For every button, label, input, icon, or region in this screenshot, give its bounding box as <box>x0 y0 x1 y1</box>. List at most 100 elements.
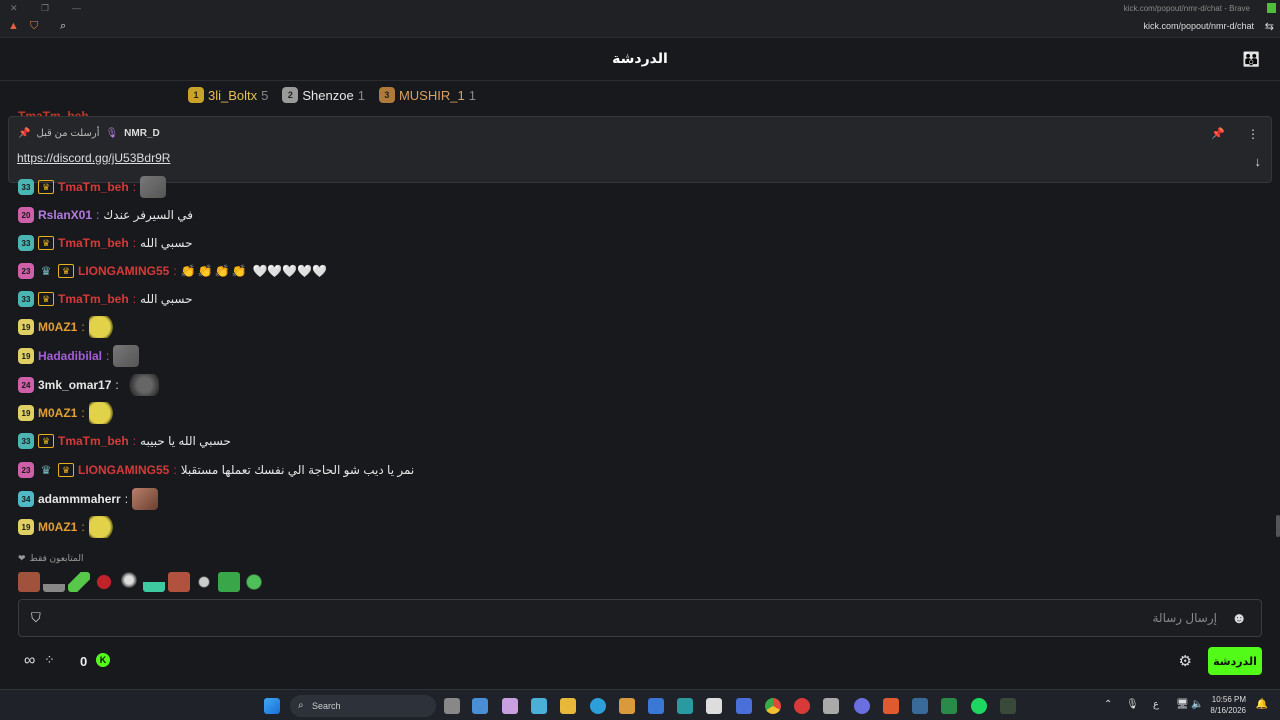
emote-option[interactable] <box>43 572 65 592</box>
users-icon[interactable]: 👪 <box>1243 51 1260 68</box>
subscriber-badge: 33 <box>18 179 34 195</box>
chat-message[interactable]: 19 M0AZ1: <box>18 515 115 539</box>
chat-username[interactable]: TmaTm_beh <box>58 236 129 250</box>
brave-icon[interactable] <box>883 698 899 714</box>
notifications-icon[interactable]: 🔔 <box>1256 699 1268 710</box>
subscriber-badge: 20 <box>18 207 34 223</box>
infinity-icon[interactable]: ∞ <box>24 652 35 670</box>
system-clock[interactable]: 10:56 PM 8/16/2026 <box>1210 694 1246 716</box>
emote-option[interactable] <box>118 572 140 592</box>
task-view-icon[interactable] <box>444 698 460 714</box>
store-icon[interactable] <box>619 698 635 714</box>
app-icon[interactable] <box>941 698 957 714</box>
edge-icon[interactable] <box>590 698 606 714</box>
emote-option[interactable] <box>218 572 240 592</box>
chat-message[interactable]: 33 ♛ TmaTm_beh: حسبي الله يا حبيبه <box>18 429 231 453</box>
chat-message[interactable]: 34 adammmaherr: <box>18 487 159 511</box>
dots-icon[interactable]: ⁘ <box>44 652 55 668</box>
clock-time: 10:56 PM <box>1211 695 1246 704</box>
brave-rewards-icon[interactable]: ▲ <box>8 20 19 32</box>
emote-option[interactable] <box>93 572 115 592</box>
app-icon[interactable] <box>502 698 518 714</box>
shield-icon[interactable]: ⛉ <box>31 610 41 626</box>
app-icon[interactable] <box>736 698 752 714</box>
windows-taskbar: ⌕ Search ⌃ 🎙 ع 🖥 🔈 10:56 PM 8/16/2026 🔔 <box>0 689 1280 720</box>
more-options-icon[interactable]: ⋮ <box>1247 127 1259 141</box>
message-input[interactable]: ⛉ إرسال رسالة ☻ <box>18 599 1262 637</box>
windows-start-icon[interactable] <box>264 698 280 714</box>
emote-option[interactable] <box>168 572 190 592</box>
pinned-message: 📌 أرسلت من قبل 🎙 NMR_D https://discord.g… <box>8 116 1272 183</box>
pin-icon[interactable]: 📌 <box>1211 127 1225 140</box>
minimize-window-icon[interactable]: — <box>72 3 81 13</box>
input-language[interactable]: ع <box>1153 699 1159 710</box>
chat-username[interactable]: adammmaherr <box>38 492 121 506</box>
chat-username[interactable]: TmaTm_beh <box>58 180 129 194</box>
chat-username[interactable]: LIONGAMING55 <box>78 264 169 278</box>
chat-text: حسبي الله <box>140 236 193 250</box>
chevron-up-icon[interactable]: ⌃ <box>1104 699 1112 710</box>
taskbar-search[interactable]: ⌕ Search <box>290 695 436 717</box>
chat-username[interactable]: LIONGAMING55 <box>78 463 169 477</box>
chat-username[interactable]: M0AZ1 <box>38 520 77 534</box>
scrollbar-thumb[interactable] <box>1276 515 1280 537</box>
emoji-icon[interactable]: ☻ <box>1231 610 1247 627</box>
expand-down-icon[interactable]: ↓ <box>1255 154 1262 169</box>
leaderboard-entry[interactable]: 1 3li_Boltx 5 <box>188 87 268 103</box>
app-icon[interactable] <box>794 698 810 714</box>
chat-username[interactable]: M0AZ1 <box>38 320 77 334</box>
leaderboard-entry[interactable]: 3 MUSHIR_1 1 <box>378 87 476 103</box>
send-chat-button[interactable]: الدردشة <box>1208 647 1262 675</box>
close-window-icon[interactable]: ✕ <box>10 3 18 14</box>
chat-message[interactable]: 19 M0AZ1: <box>18 401 115 425</box>
chat-username[interactable]: M0AZ1 <box>38 406 77 420</box>
app-icon[interactable] <box>648 698 664 714</box>
emote-option[interactable] <box>243 572 265 592</box>
chat-message[interactable]: 23 ♛ ♛ LIONGAMING55: نمر يا ديب شو الحاج… <box>18 458 414 482</box>
crown-icon: ♛ <box>58 463 74 477</box>
restore-window-icon[interactable]: ❐ <box>41 3 49 14</box>
app-icon[interactable] <box>531 698 547 714</box>
emote-option[interactable] <box>143 572 165 592</box>
emote-image <box>140 176 167 198</box>
reader-mode-icon[interactable]: ⇆ <box>1265 20 1274 33</box>
network-icon[interactable]: 🖥 <box>1176 699 1189 710</box>
file-explorer-icon[interactable] <box>560 698 576 714</box>
chat-message[interactable]: 20 RslanX01: في السيرفر عندك <box>18 203 193 227</box>
chat-username[interactable]: TmaTm_beh <box>58 434 129 448</box>
steam-icon[interactable] <box>912 698 928 714</box>
app-icon[interactable] <box>823 698 839 714</box>
chat-message[interactable]: 24 3mk_omar17: <box>18 373 159 397</box>
chat-message[interactable]: 19 M0AZ1: <box>18 315 115 339</box>
emote-option[interactable] <box>193 572 215 592</box>
points-count: 0 <box>80 654 88 669</box>
chat-message[interactable]: 33 ♛ TmaTm_beh: <box>18 175 167 199</box>
pinned-link[interactable]: https://discord.gg/jU53Bdr9R <box>17 151 170 165</box>
mic-icon[interactable]: 🎙 <box>1126 699 1139 710</box>
chrome-icon[interactable] <box>765 698 781 714</box>
app-icon[interactable] <box>472 698 488 714</box>
discord-icon[interactable] <box>854 698 870 714</box>
url-text[interactable]: kick.com/popout/nmr-d/chat <box>1143 21 1254 31</box>
chat-username[interactable]: TmaTm_beh <box>58 292 129 306</box>
brave-shield-icon[interactable]: ⛉ <box>30 20 38 33</box>
kick-points-icon[interactable]: K <box>96 653 110 667</box>
chat-message[interactable]: 23 ♛ ♛ LIONGAMING55: 👏👏👏👏 🤍🤍🤍🤍🤍 <box>18 259 327 283</box>
emote-option[interactable] <box>18 572 40 592</box>
pinned-author[interactable]: NMR_D <box>124 128 160 139</box>
app-icon[interactable] <box>677 698 693 714</box>
zoom-icon[interactable]: ⌕ <box>60 20 66 33</box>
volume-icon[interactable]: 🔈 <box>1191 699 1203 710</box>
emote-option[interactable] <box>68 572 90 592</box>
chat-username[interactable]: Hadadibilal <box>38 349 102 363</box>
chat-message[interactable]: 33 ♛ TmaTm_beh: حسبي الله <box>18 287 193 311</box>
app-icon[interactable] <box>1000 698 1016 714</box>
chat-username[interactable]: 3mk_omar17 <box>38 378 111 392</box>
app-icon[interactable] <box>706 698 722 714</box>
chat-username[interactable]: RslanX01 <box>38 208 92 222</box>
leaderboard-entry[interactable]: 2 Shenzoe 1 <box>282 87 365 103</box>
gear-icon[interactable]: ⚙ <box>1179 652 1192 670</box>
spotify-icon[interactable] <box>971 698 987 714</box>
chat-message[interactable]: 19 Hadadibilal: <box>18 344 140 368</box>
chat-message[interactable]: 33 ♛ TmaTm_beh: حسبي الله <box>18 231 193 255</box>
